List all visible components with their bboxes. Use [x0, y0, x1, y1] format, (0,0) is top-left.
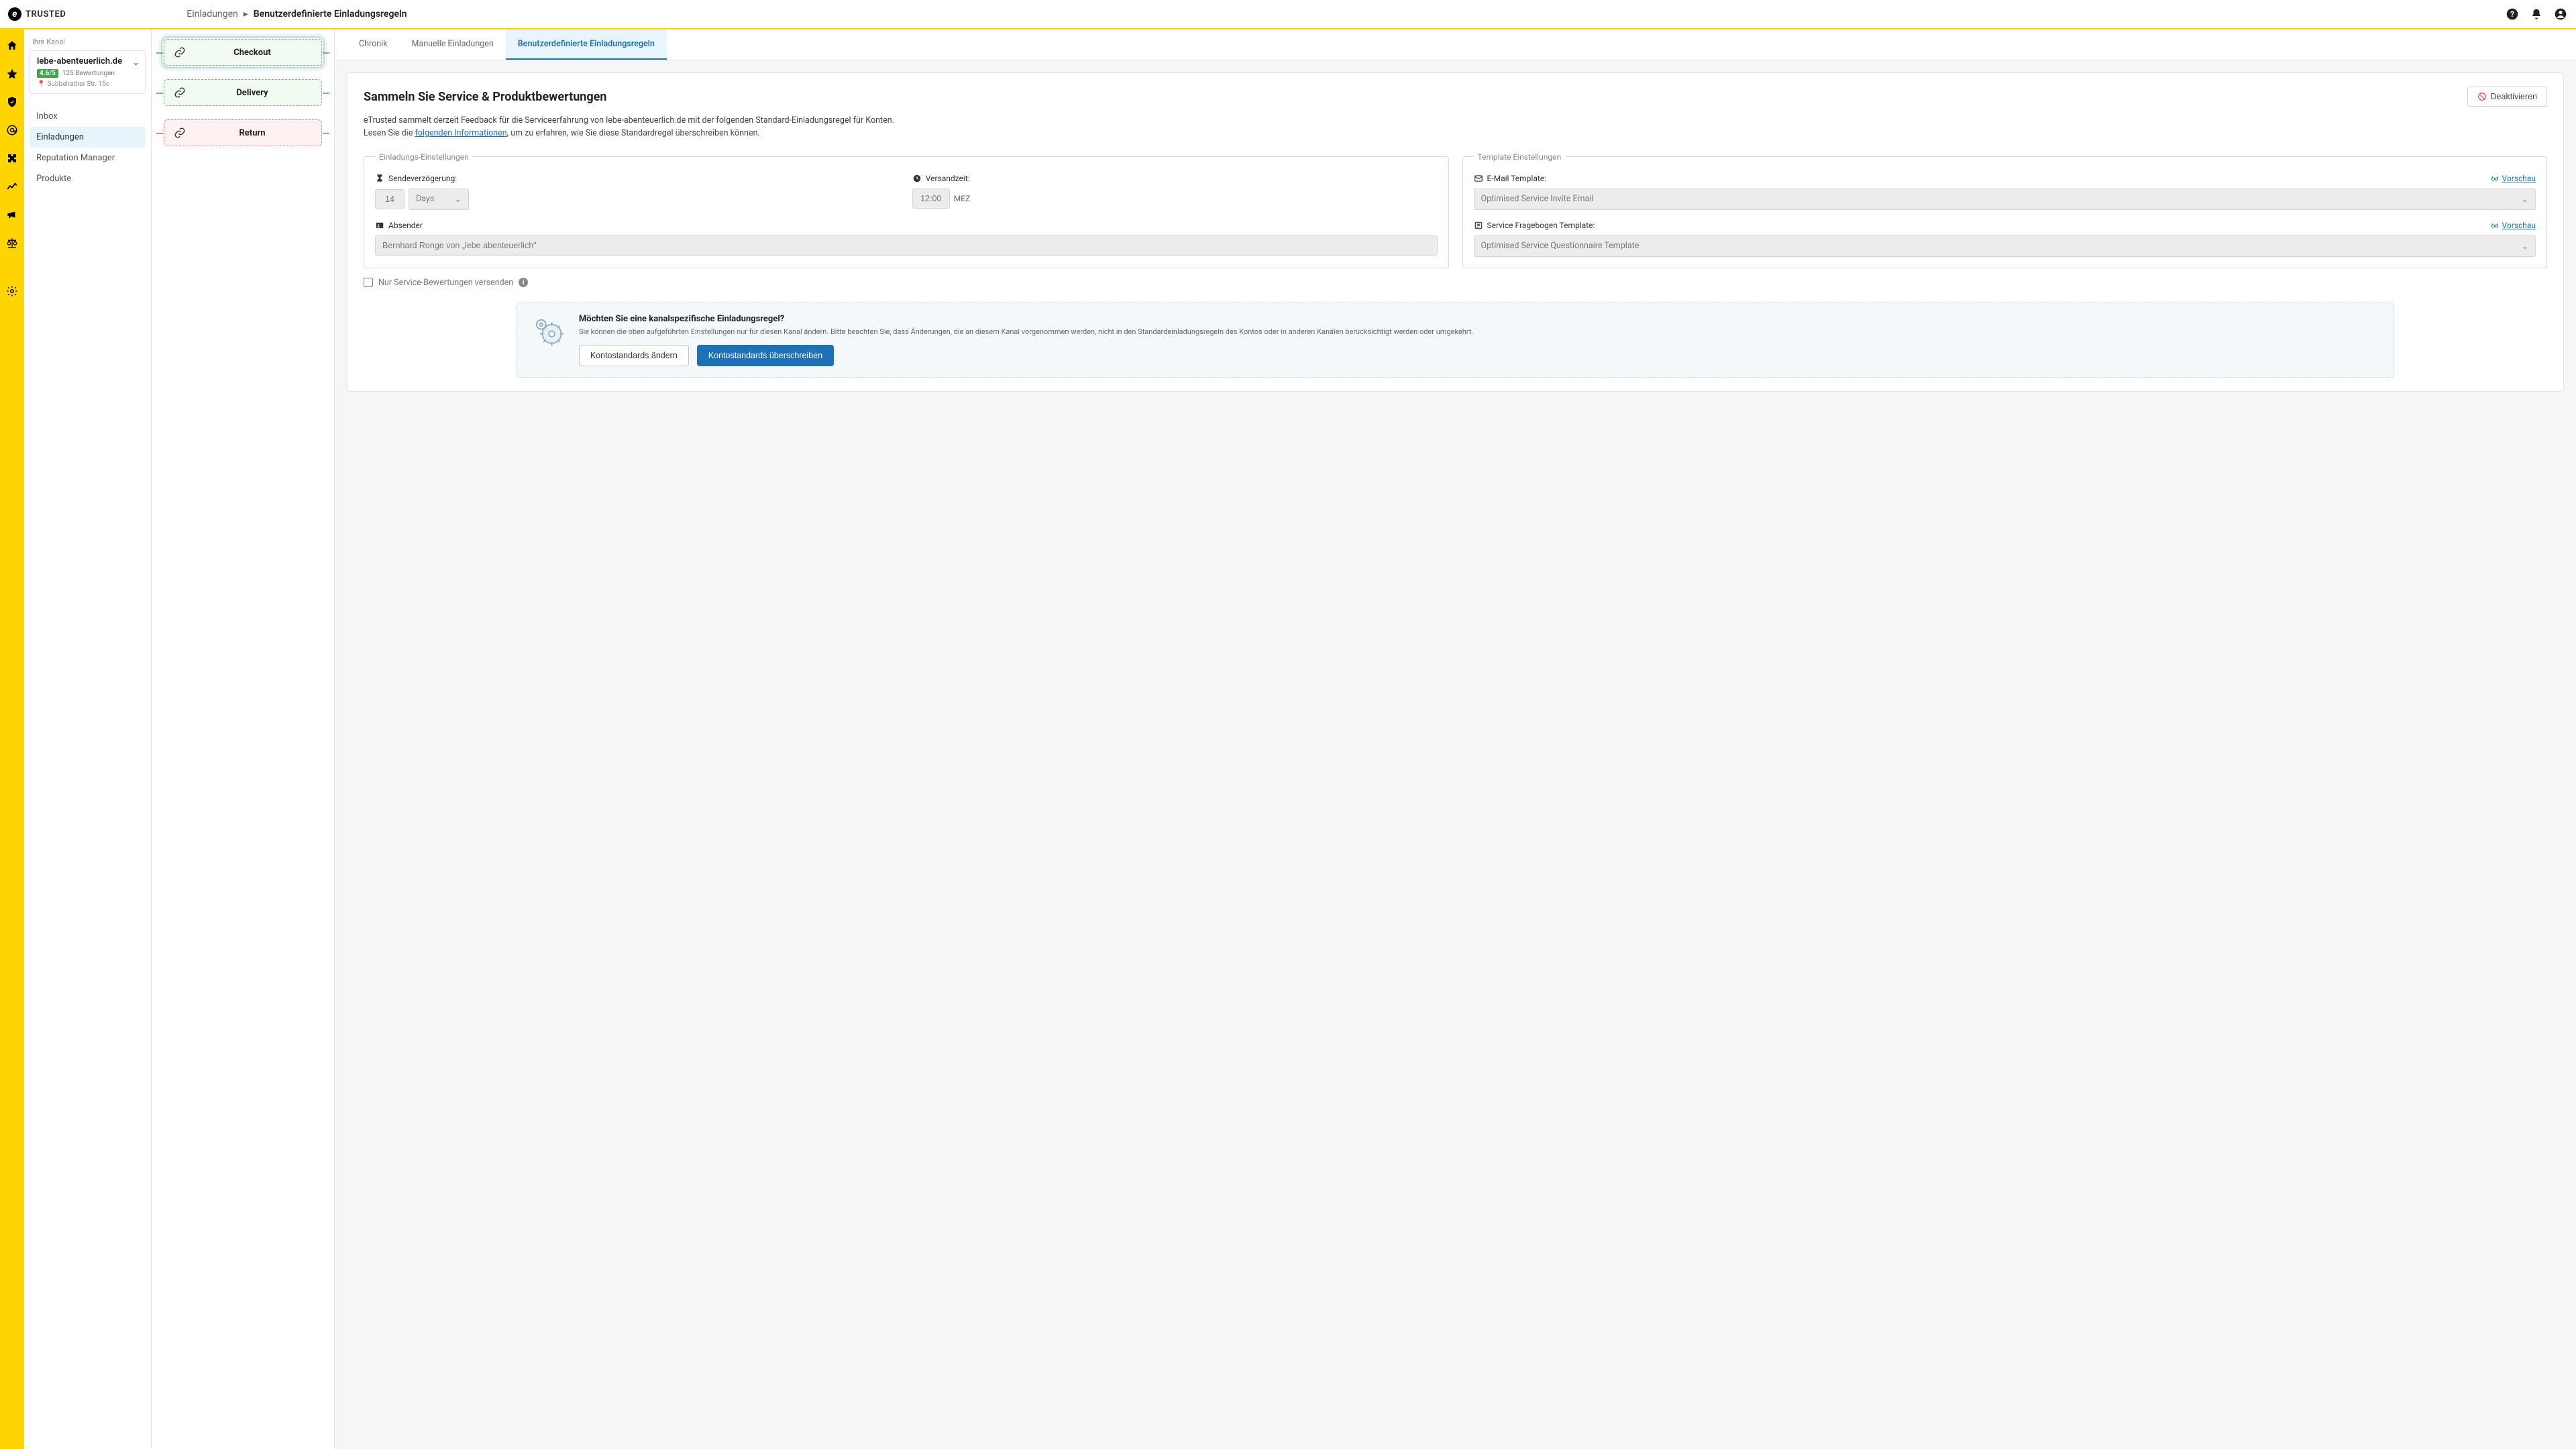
form-icon — [1474, 221, 1483, 230]
info-link[interactable]: folgenden Informationen — [415, 128, 506, 138]
email-preview-link[interactable]: Vorschau — [2491, 174, 2536, 183]
svg-text:?: ? — [2510, 9, 2514, 19]
tab-custom[interactable]: Benutzerdefinierte Einladungsregeln — [506, 30, 667, 60]
nav-inbox[interactable]: Inbox — [30, 106, 146, 127]
topbar: e TRUSTED Einladungen ▸ Benutzerdefinier… — [0, 0, 2576, 30]
chevron-down-icon: ⌄ — [2522, 194, 2528, 205]
megaphone-icon[interactable] — [5, 208, 19, 221]
tab-manual[interactable]: Manuelle Einladungen — [400, 30, 506, 60]
send-delay-input[interactable] — [375, 189, 405, 209]
only-service-checkbox[interactable] — [364, 278, 373, 287]
main-content: Chronik Manuelle Einladungen Benutzerdef… — [335, 30, 2576, 1449]
home-icon[interactable] — [5, 39, 19, 52]
help-icon[interactable]: ? — [2505, 7, 2520, 21]
breadcrumb-parent[interactable]: Einladungen — [186, 9, 237, 19]
event-return[interactable]: Return — [164, 119, 322, 146]
brand-logo[interactable]: e TRUSTED — [8, 7, 66, 21]
logo-icon: e — [8, 7, 21, 21]
email-template-label: E-Mail Template: — [1487, 174, 1547, 183]
channel-name: lebe-abenteuerlich.de — [37, 56, 138, 66]
email-template-select[interactable]: Optimised Service Invite Email ⌄ — [1474, 189, 2536, 210]
chevron-down-icon: ⌄ — [2522, 241, 2528, 252]
template-legend: Template Einstellungen — [1474, 152, 1566, 162]
clock-icon — [912, 174, 922, 183]
only-service-label: Nur Service-Bewertungen versenden — [378, 278, 513, 288]
hourglass-icon — [375, 174, 384, 183]
nav-reputation[interactable]: Reputation Manager — [30, 148, 146, 168]
breadcrumb-current: Benutzerdefinierte Einladungsregeln — [254, 9, 407, 19]
event-return-label: Return — [239, 128, 265, 138]
breadcrumb: Einladungen ▸ Benutzerdefinierte Einladu… — [186, 9, 407, 19]
info-icon[interactable]: i — [519, 278, 528, 287]
star-icon[interactable] — [5, 67, 19, 80]
channel-address: Subbelrather Str. 15c — [47, 80, 109, 88]
only-service-row: Nur Service-Bewertungen versenden i — [364, 278, 2547, 288]
event-checkout-label: Checkout — [233, 48, 271, 58]
gears-icon — [531, 314, 568, 352]
sender-label: Absender — [388, 221, 423, 230]
puzzle-icon[interactable] — [5, 152, 19, 165]
invite-settings-fieldset: Einladungs-Einstellungen Sendeverzögerun… — [364, 152, 1449, 268]
sender-input[interactable] — [375, 235, 1438, 256]
invite-legend: Einladungs-Einstellungen — [375, 152, 473, 162]
send-time-input[interactable] — [912, 189, 950, 209]
at-icon[interactable] — [5, 123, 19, 137]
your-channel-label: Ihre Kanal — [32, 38, 143, 46]
glasses-icon — [2491, 221, 2499, 229]
side-nav: Inbox Einladungen Reputation Manager Pro… — [30, 106, 146, 189]
card-description: eTrusted sammelt derzeit Feedback für di… — [364, 115, 2547, 140]
template-settings-fieldset: Template Einstellungen E-Mail Template: … — [1462, 152, 2548, 268]
service-template-label: Service Fragebogen Template: — [1487, 221, 1595, 230]
deactivate-label: Deaktivieren — [2491, 92, 2537, 101]
service-preview-link[interactable]: Vorschau — [2491, 221, 2536, 230]
reviews-count: 125 Bewertungen — [62, 70, 115, 77]
user-icon[interactable] — [2553, 7, 2568, 21]
service-template-select[interactable]: Optimised Service Questionnaire Template… — [1474, 235, 2536, 257]
send-delay-label: Sendeverzögerung: — [388, 174, 457, 183]
timezone-label: MEZ — [954, 194, 971, 203]
side-panel: Ihre Kanal ⌄ lebe-abenteuerlich.de 4.6/5… — [24, 30, 152, 1449]
mail-icon — [1474, 174, 1483, 183]
event-delivery-label: Delivery — [236, 88, 268, 98]
brand-text: TRUSTED — [25, 9, 66, 19]
person-card-icon — [375, 221, 384, 230]
event-delivery[interactable]: Delivery — [164, 79, 322, 106]
channel-callout: Möchten Sie eine kanalspezifische Einlad… — [517, 303, 2394, 378]
event-checkout[interactable]: Checkout — [164, 39, 322, 66]
events-column: Checkout Delivery Return — [152, 30, 335, 1449]
pin-icon: 📍 — [37, 80, 45, 88]
deactivate-button[interactable]: Deaktivieren — [2467, 87, 2547, 107]
shield-icon[interactable] — [5, 95, 19, 109]
edit-defaults-button[interactable]: Kontostandards ändern — [579, 345, 689, 366]
chevron-right-icon: ▸ — [244, 9, 248, 19]
chevron-down-icon: ⌄ — [455, 194, 462, 205]
send-delay-unit-select[interactable]: Days ⌄ — [409, 189, 469, 210]
gear-icon[interactable] — [5, 284, 19, 298]
nav-products[interactable]: Produkte — [30, 168, 146, 189]
chevron-down-icon: ⌄ — [132, 58, 140, 68]
balance-icon[interactable] — [5, 236, 19, 250]
card-title: Sammeln Sie Service & Produktbewertungen — [364, 90, 606, 104]
glasses-icon — [2491, 174, 2499, 182]
send-time-label: Versandzeit: — [926, 174, 970, 183]
rating-badge: 4.6/5 — [37, 69, 58, 78]
callout-body-text: Sie können die oben aufgeführten Einstel… — [579, 327, 1473, 337]
channel-selector[interactable]: ⌄ lebe-abenteuerlich.de 4.6/5 125 Bewert… — [30, 50, 146, 94]
nav-invitations[interactable]: Einladungen — [30, 127, 146, 148]
analytics-icon[interactable] — [5, 180, 19, 193]
prohibit-icon — [2477, 92, 2487, 101]
rule-card: Sammeln Sie Service & Produktbewertungen… — [347, 72, 2564, 392]
bell-icon[interactable] — [2529, 7, 2544, 21]
override-defaults-button[interactable]: Kontostandards überschreiben — [697, 345, 834, 366]
tab-chronik[interactable]: Chronik — [347, 30, 400, 60]
main-tabs: Chronik Manuelle Einladungen Benutzerdef… — [335, 30, 2576, 60]
callout-title: Möchten Sie eine kanalspezifische Einlad… — [579, 314, 1473, 324]
icon-sidebar — [0, 30, 24, 1449]
